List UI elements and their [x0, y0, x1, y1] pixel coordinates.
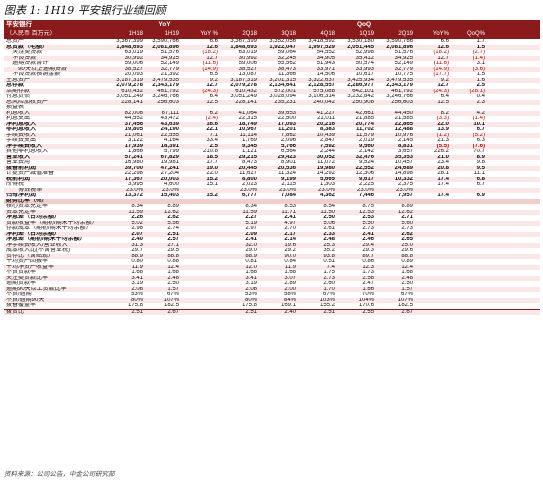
table-cell — [451, 310, 487, 316]
table-cell — [415, 303, 451, 309]
results-table: 平安银行 YoY QoQ （人民币 百万元） 1H18 1H19 YoY % 2Q18… — [4, 20, 540, 315]
table-cell: 175.8 — [127, 303, 143, 308]
header-row-2: （人民币 百万元） 1H18 1H19 YoY % 2Q18 3Q18 4Q18 1Q19 2… — [4, 30, 540, 39]
column-header: 4Q18 — [320, 31, 335, 37]
table-cell — [415, 310, 451, 316]
table-cell: 2.51 — [131, 309, 143, 315]
row-label: 拨备覆盖率 — [6, 303, 37, 308]
table-cell: 2.55 — [362, 309, 374, 315]
table-cell: 155.2 — [319, 303, 335, 308]
table-cell — [181, 310, 220, 316]
yoy-group-header: YoY — [158, 21, 171, 28]
table-cell: 170.6 — [358, 303, 374, 308]
unit-header: （人民币 百万元） — [6, 31, 56, 37]
column-header: YoY % — [200, 31, 218, 37]
table-body: 总资产 3,367,399 3,590,766 6.6 3,367,399 3,352,0… — [4, 39, 540, 315]
page-title: 图表 1: 1H19 平安银行业绩回顾 — [4, 4, 166, 17]
table-cell: 2.67 — [167, 309, 179, 315]
table-cell: 182.5 — [163, 303, 179, 308]
column-header: YoY% — [432, 31, 449, 37]
column-header: 1H19 — [164, 31, 179, 37]
column-header: 2Q19 — [398, 31, 413, 37]
table-cell: 2.67 — [401, 309, 413, 315]
column-header: 1H18 — [128, 31, 143, 37]
table-cell: 182.5 — [397, 303, 413, 308]
table-cell — [451, 303, 487, 309]
column-header: 2Q18 — [242, 31, 257, 37]
qoq-group-header: QoQ — [356, 21, 372, 28]
table-cell: 175.8 — [241, 303, 257, 308]
column-header: QoQ% — [466, 31, 485, 37]
source-note: 资料来源：公司公告，中金公司研究部 — [4, 470, 115, 478]
column-header: 3Q18 — [281, 31, 296, 37]
segment-header: 平安银行 — [6, 21, 32, 28]
table-row: 拨备覆盖率 175.8 182.5 175.8 169.1 155.2 170.6 182.5 — [4, 303, 540, 309]
table-cell: 2.51 — [245, 309, 257, 315]
column-header: 1Q19 — [359, 31, 374, 37]
row-label: 拨贷比 — [6, 309, 25, 315]
table-cell: 2.40 — [284, 309, 296, 315]
table-cell: 2.51 — [323, 309, 335, 315]
header-row-1: 平安银行 YoY QoQ — [4, 20, 540, 30]
table-cell — [181, 303, 220, 309]
table-row: 拨贷比 2.51 2.67 2.51 2.40 2.51 2.55 2.67 — [4, 308, 540, 316]
table-cell: 169.1 — [280, 303, 296, 308]
